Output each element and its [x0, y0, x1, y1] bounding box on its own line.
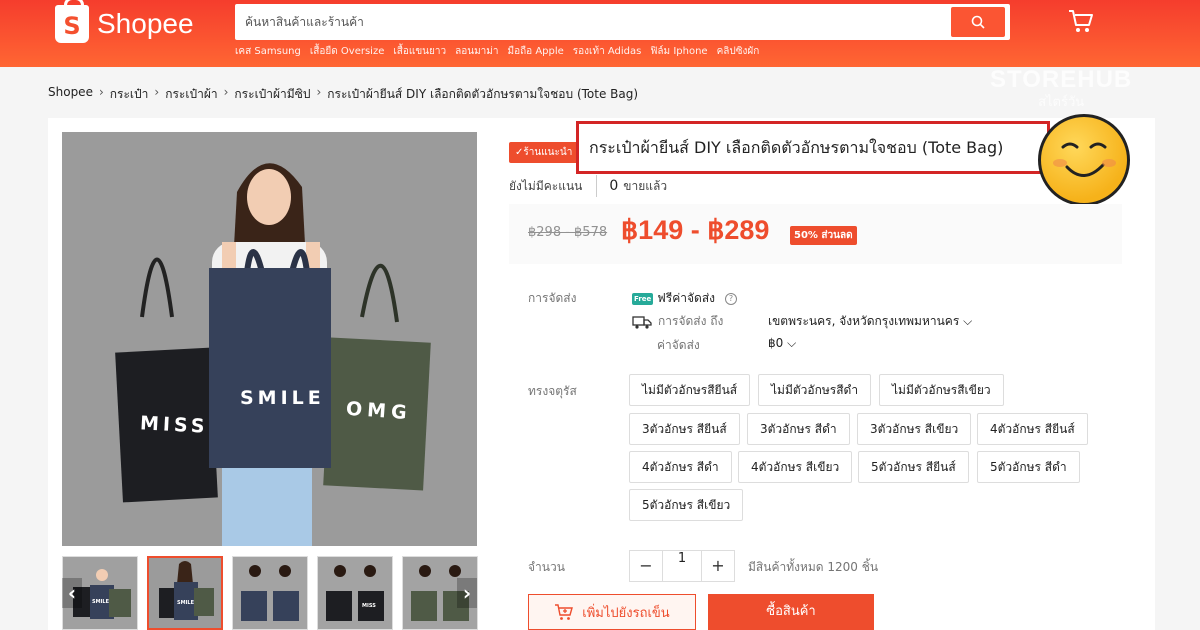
shopee-logo[interactable]: S Shopee	[55, 0, 194, 43]
rating-text: ยังไม่มีคะแนน	[509, 178, 583, 193]
thumbnail[interactable]: MISS	[317, 556, 393, 630]
chevron-right-icon: ›	[462, 581, 472, 605]
product-photo	[62, 132, 477, 546]
free-shipping-text: ฟรีค่าจัดส่ง	[657, 291, 715, 305]
watermark-subtitle: สไตร์วัน	[1038, 95, 1085, 110]
search-input[interactable]	[245, 4, 935, 40]
smiling-face-icon	[1038, 114, 1130, 206]
thumbnail-bag-text: SMILE	[177, 600, 195, 606]
keyword-link[interactable]: ฟิล์ม Iphone	[650, 44, 707, 59]
breadcrumb-item[interactable]: Shopee	[48, 85, 93, 104]
variation-option[interactable]: 3ตัวอักษร สีดำ	[747, 413, 850, 445]
quantity-label: จำนวน	[528, 560, 565, 574]
variation-option[interactable]: ไม่มีตัวอักษรสีเขียว	[879, 374, 1004, 406]
cart-icon[interactable]	[1068, 8, 1094, 34]
help-icon[interactable]: ?	[725, 292, 737, 305]
keyword-link[interactable]: ลอนมาม่า	[455, 44, 498, 59]
keyword-link[interactable]: รองเท้า Adidas	[573, 44, 642, 59]
thumbnail-prev-button[interactable]: ‹	[62, 578, 82, 608]
buy-now-button[interactable]: ซื้อสินค้า	[708, 594, 874, 630]
breadcrumb-current: กระเป๋าผ้ายีนส์ DIY เลือกติดตัวอักษรตามใ…	[327, 87, 639, 101]
watermark-title: STOREHUB	[990, 66, 1133, 93]
header-bar: S Shopee เคส Samsung เสื้อยืด Oversize เ…	[0, 0, 1200, 67]
search-icon	[971, 15, 985, 29]
chevron-right-icon: ›	[98, 85, 104, 99]
trending-keywords: เคส Samsung เสื้อยืด Oversize เสื้อแขนยา…	[235, 44, 759, 59]
variation-option[interactable]: ไม่มีตัวอักษรสีดำ	[758, 374, 872, 406]
sold-count: 0	[609, 178, 619, 194]
add-to-cart-button[interactable]: เพิ่มไปยังรถเข็น	[528, 594, 696, 630]
bag-text-smile: SMILE	[240, 387, 325, 409]
search-button[interactable]	[951, 7, 1005, 37]
quantity-decrease-button[interactable]: −	[630, 551, 662, 581]
product-main-image[interactable]: MISS SMILE OMG	[62, 132, 477, 546]
bag-text-omg: OMG	[345, 397, 413, 425]
search-bar	[235, 4, 1010, 40]
preferred-shop-badge: ✓ร้านแนะนำ	[509, 142, 579, 163]
logo-text: Shopee	[97, 8, 194, 39]
keyword-link[interactable]: คลิปซิงผัก	[717, 44, 760, 59]
breadcrumb-item[interactable]: กระเป๋าผ้า	[165, 85, 217, 104]
original-price: ฿298 - ฿578	[528, 225, 608, 240]
thumbnail-strip: SMILE SMILE MISS ‹ ›	[62, 556, 478, 630]
shipping-fee-value: ฿0	[768, 336, 784, 350]
variation-option[interactable]: 5ตัวอักษร สีเขียว	[629, 489, 744, 521]
thumbnail-bag-text: MISS	[362, 603, 376, 609]
add-to-cart-icon	[555, 604, 574, 620]
quantity-stepper: − 1 +	[629, 550, 735, 582]
thumbnail[interactable]	[232, 556, 308, 630]
free-shipping: Free ฟรีค่าจัดส่ง ?	[632, 289, 737, 308]
add-to-cart-label: เพิ่มไปยังรถเข็น	[582, 605, 670, 621]
shopee-bag-icon: S	[55, 0, 89, 43]
ship-to: การจัดส่ง ถึง	[632, 312, 723, 331]
keyword-link[interactable]: เสื้อแขนยาว	[393, 44, 446, 59]
shipping-fee-select[interactable]: ฿0 ⌵	[768, 336, 796, 351]
destination-text: เขตพระนคร, จังหวัดกรุงเทพมหานคร	[768, 314, 960, 328]
stock-available: มีสินค้าทั้งหมด 1200 ชิ้น	[748, 560, 879, 574]
price-box: ฿298 - ฿578 ฿149 - ฿289 50% ส่วนลด	[509, 204, 1122, 264]
bag-text-miss: MISS	[139, 412, 210, 438]
divider	[596, 175, 598, 197]
variation-option[interactable]: 4ตัวอักษร สีเขียว	[738, 451, 853, 483]
variation-option[interactable]: 3ตัวอักษร สียีนส์	[629, 413, 740, 445]
variation-label: ทรงจตุรัส	[528, 384, 577, 398]
storehub-watermark: STOREHUB สไตร์วัน	[990, 66, 1132, 112]
thumbnail-next-button[interactable]: ›	[457, 578, 477, 608]
chevron-left-icon: ‹	[67, 581, 77, 605]
free-shipping-icon: Free	[632, 292, 654, 305]
shipping-label: การจัดส่ง	[528, 291, 577, 305]
variation-option[interactable]: 5ตัวอักษร สีดำ	[977, 451, 1080, 483]
quantity-input[interactable]: 1	[662, 551, 702, 581]
chevron-down-icon: ⌵	[959, 314, 973, 328]
thumbnail-active[interactable]: SMILE	[147, 556, 223, 630]
discount-badge: 50% ส่วนลด	[790, 226, 857, 245]
keyword-link[interactable]: เสื้อยืด Oversize	[310, 44, 385, 59]
breadcrumb-item[interactable]: กระเป๋า	[110, 85, 149, 104]
keyword-link[interactable]: เคส Samsung	[235, 44, 301, 59]
shipping-fee-label: ค่าจัดส่ง	[657, 338, 700, 352]
quantity-increase-button[interactable]: +	[702, 551, 734, 581]
chevron-right-icon: ›	[223, 85, 229, 99]
breadcrumb: Shopee › กระเป๋า › กระเป๋าผ้า › กระเป๋าผ้าม…	[48, 85, 638, 104]
ship-to-label: การจัดส่ง ถึง	[658, 314, 724, 328]
chevron-down-icon: ⌵	[783, 336, 797, 350]
breadcrumb-item[interactable]: กระเป๋าผ้ามีซิป	[234, 85, 310, 104]
product-title: กระเป๋าผ้ายีนส์ DIY เลือกติดตัวอักษรตามใ…	[576, 121, 1050, 174]
sale-price: ฿149 - ฿289	[621, 215, 770, 245]
truck-icon	[632, 315, 652, 329]
sold-label: ขายแล้ว	[623, 178, 668, 193]
variation-option[interactable]: 3ตัวอักษร สีเขียว	[857, 413, 972, 445]
thumbnail-bag-text: SMILE	[92, 599, 110, 605]
keyword-link[interactable]: มือถือ Apple	[507, 44, 563, 59]
rating-row: ยังไม่มีคะแนน 0 ขายแล้ว	[509, 175, 667, 197]
chevron-right-icon: ›	[316, 85, 322, 99]
variation-option[interactable]: 4ตัวอักษร สีดำ	[629, 451, 732, 483]
variation-option[interactable]: ไม่มีตัวอักษรสียีนส์	[629, 374, 751, 406]
variation-option[interactable]: 4ตัวอักษร สียีนส์	[977, 413, 1088, 445]
variation-option[interactable]: 5ตัวอักษร สียีนส์	[858, 451, 969, 483]
destination-select[interactable]: เขตพระนคร, จังหวัดกรุงเทพมหานคร ⌵	[768, 312, 972, 331]
chevron-right-icon: ›	[154, 85, 160, 99]
